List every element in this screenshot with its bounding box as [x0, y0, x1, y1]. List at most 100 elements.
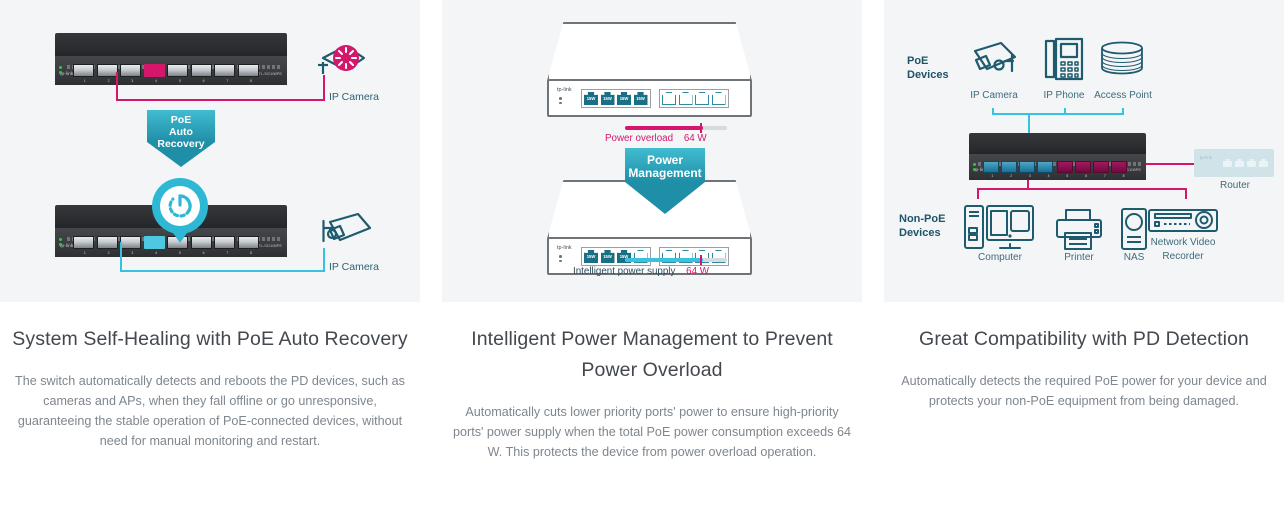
feature-column-power-management: tp-link 15W 15W 15W 15W Power overload 6… — [442, 0, 862, 513]
poe-port[interactable]: 15W — [600, 250, 615, 263]
port[interactable] — [214, 235, 235, 249]
access-point-icon — [1099, 40, 1145, 85]
panel-title: Great Compatibility with PD Detection — [919, 328, 1249, 350]
ip-camera-icon — [965, 38, 1023, 89]
computer-icon — [962, 202, 1038, 259]
poe-devices-group-label: PoE Devices — [907, 55, 949, 81]
nonpoe-device-label: Printer — [1064, 252, 1094, 263]
ip-camera-icon-fault — [312, 40, 374, 82]
port[interactable] — [73, 63, 94, 77]
port[interactable] — [73, 235, 94, 249]
panel-body: The switch automatically detects and reb… — [15, 374, 405, 448]
feature-panels: tp-link TL-SG108PE 1 2 3 4 5 6 7 8 IP Ca… — [0, 0, 1284, 513]
nonpoe-port[interactable] — [1111, 160, 1127, 173]
power-overload-bar — [625, 123, 727, 133]
top-device-label: IP Camera — [329, 91, 379, 103]
port[interactable] — [214, 63, 235, 77]
poe-bus — [992, 113, 1124, 115]
intelligent-supply-bar — [625, 255, 727, 265]
caption-poe-auto-recovery: System Self-Healing with PoE Auto Recove… — [0, 302, 420, 451]
poe-port[interactable]: 15W — [584, 92, 598, 105]
poe-port[interactable] — [1037, 160, 1053, 173]
poe-port-group: 15W 15W 15W — [581, 247, 651, 266]
port-fault-highlight[interactable] — [143, 63, 165, 77]
port[interactable] — [96, 235, 118, 249]
switch-top: tp-link TL-SG108PE 1 2 3 4 5 6 7 8 — [55, 33, 287, 85]
switch-port-row — [73, 63, 259, 77]
cable-ok-horizontal — [120, 270, 325, 272]
port[interactable] — [167, 63, 188, 77]
arrow-line-2: Management — [628, 166, 702, 181]
poe-port[interactable]: 15W — [584, 250, 598, 263]
graphic-poe-auto-recovery: tp-link TL-SG108PE 1 2 3 4 5 6 7 8 IP Ca… — [0, 0, 420, 302]
caption-power-management: Intelligent Power Management to Prevent … — [442, 302, 862, 462]
switch-model: TL-SG108PE — [258, 243, 282, 249]
port[interactable] — [190, 235, 212, 249]
cable-fault-horizontal — [116, 99, 325, 101]
panel-body: Automatically detects the required PoE p… — [901, 374, 1267, 408]
switch-pd-detection: tp-link TL-SG108PE 1 2 3 4 5 6 7 8 — [969, 133, 1146, 180]
plain-port[interactable] — [678, 92, 693, 105]
nonpoe-port[interactable] — [1093, 160, 1109, 173]
port[interactable] — [190, 63, 212, 77]
feature-column-poe-auto-recovery: tp-link TL-SG108PE 1 2 3 4 5 6 7 8 IP Ca… — [0, 0, 420, 513]
nonpoe-port[interactable] — [1075, 160, 1091, 173]
plain-port[interactable] — [662, 92, 676, 105]
arrow-line-3: Recovery — [157, 137, 205, 150]
power-restart-icon — [168, 194, 192, 218]
ip-phone-icon — [1042, 33, 1086, 88]
nonpoe-bus — [977, 188, 1187, 190]
intelligent-supply-label: Intelligent power supply 64 W — [573, 266, 709, 277]
ip-camera-icon — [310, 208, 376, 254]
panel-title: System Self-Healing with PoE Auto Recove… — [12, 328, 408, 350]
printer-icon — [1054, 206, 1104, 257]
switch-brand: tp-link — [60, 71, 74, 77]
switch-port-row — [983, 160, 1127, 173]
router-device: tp-link — [1194, 149, 1274, 177]
cable-fault-vertical — [116, 72, 118, 101]
nonpoe-device-label: Computer — [978, 252, 1022, 263]
port[interactable] — [120, 63, 141, 77]
switch-brand: tp-link — [60, 243, 74, 249]
power-overload-label: Power overload 64 W — [605, 133, 707, 144]
router-label: Router — [1219, 180, 1250, 191]
switch-port-row — [73, 235, 259, 249]
poe-recovery-badge — [152, 178, 208, 234]
plain-port-group — [659, 89, 729, 108]
nonpoe-device-label: Network Video Recorder — [1150, 237, 1216, 262]
port-recovered-highlight[interactable] — [143, 235, 165, 249]
plain-port[interactable] — [711, 92, 726, 105]
port[interactable] — [96, 63, 118, 77]
arrow-line-1: PoE — [170, 114, 192, 126]
switch-overload: tp-link 15W 15W 15W 15W — [547, 22, 752, 117]
switch-brand: tp-link — [557, 245, 572, 251]
graphic-pd-detection: PoE Devices Non-PoE Devices IP Camera IP… — [884, 0, 1284, 302]
feature-column-pd-detection: PoE Devices Non-PoE Devices IP Camera IP… — [884, 0, 1284, 513]
plain-port[interactable] — [695, 92, 709, 105]
poe-port[interactable]: 15W — [600, 92, 615, 105]
switch-brand: tp-link — [557, 87, 572, 93]
switch-model: TL-SG108PE — [258, 71, 282, 77]
arrow-line-2: Auto — [169, 125, 193, 138]
poe-port[interactable] — [983, 160, 999, 173]
poe-port[interactable]: 15W — [633, 92, 648, 105]
port[interactable] — [237, 235, 259, 249]
poe-port[interactable] — [1001, 160, 1017, 173]
poe-port[interactable]: 15W — [617, 92, 631, 105]
power-management-arrow: Power Management — [625, 148, 705, 214]
port[interactable] — [120, 235, 141, 249]
nonpoe-port[interactable] — [1057, 160, 1073, 173]
poe-device-label: Access Point — [1094, 90, 1152, 101]
arrow-line-1: Power — [646, 153, 683, 167]
nvr-icon — [1146, 206, 1220, 239]
graphic-power-management: tp-link 15W 15W 15W 15W Power overload 6… — [442, 0, 862, 302]
cable-ok-vertical — [120, 242, 122, 272]
plain-port-group — [659, 247, 729, 266]
caption-pd-detection: Great Compatibility with PD Detection Au… — [884, 302, 1284, 411]
port[interactable] — [237, 63, 259, 77]
nonpoe-devices-group-label: Non-PoE Devices — [899, 213, 946, 239]
bottom-device-label: IP Camera — [329, 261, 379, 273]
poe-port-group: 15W 15W 15W 15W — [581, 89, 651, 108]
poe-port[interactable] — [1019, 160, 1035, 173]
poe-device-label: IP Camera — [970, 90, 1018, 101]
